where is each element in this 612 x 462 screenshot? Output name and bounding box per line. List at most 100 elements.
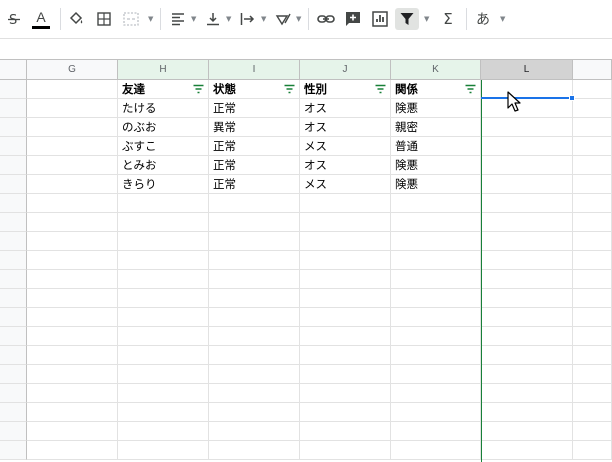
empty-cell[interactable] — [481, 251, 573, 270]
empty-cell[interactable] — [391, 308, 481, 327]
empty-cell[interactable] — [118, 289, 209, 308]
empty-cell[interactable] — [573, 346, 612, 365]
empty-cell[interactable] — [391, 232, 481, 251]
empty-cell[interactable] — [391, 327, 481, 346]
empty-cell[interactable] — [27, 289, 118, 308]
empty-cell[interactable] — [481, 118, 573, 137]
empty-cell[interactable] — [209, 441, 300, 460]
empty-cell[interactable] — [573, 213, 612, 232]
table-cell[interactable]: きらり — [118, 175, 209, 194]
empty-cell[interactable] — [481, 137, 573, 156]
table-cell[interactable]: オス — [300, 118, 391, 137]
empty-cell[interactable] — [391, 270, 481, 289]
column-header-h[interactable]: H — [118, 60, 209, 80]
empty-cell[interactable] — [118, 403, 209, 422]
empty-cell[interactable] — [481, 365, 573, 384]
empty-cell[interactable] — [573, 251, 612, 270]
empty-cell[interactable] — [209, 232, 300, 251]
empty-cell[interactable] — [573, 365, 612, 384]
empty-cell[interactable] — [573, 232, 612, 251]
empty-cell[interactable] — [300, 384, 391, 403]
empty-cell[interactable] — [27, 422, 118, 441]
empty-cell[interactable] — [391, 384, 481, 403]
empty-cell[interactable] — [209, 403, 300, 422]
table-header-cell[interactable]: 関係 — [391, 80, 481, 99]
empty-cell[interactable] — [481, 156, 573, 175]
empty-cell[interactable] — [300, 289, 391, 308]
empty-cell[interactable] — [391, 251, 481, 270]
empty-cell[interactable] — [209, 270, 300, 289]
empty-cell[interactable] — [391, 441, 481, 460]
empty-cell[interactable] — [391, 289, 481, 308]
empty-cell[interactable] — [209, 213, 300, 232]
empty-cell[interactable] — [573, 99, 612, 118]
table-cell[interactable]: のぶお — [118, 118, 209, 137]
empty-cell[interactable] — [209, 384, 300, 403]
table-cell[interactable]: たける — [118, 99, 209, 118]
empty-cell[interactable] — [573, 384, 612, 403]
empty-cell[interactable] — [481, 327, 573, 346]
empty-cell[interactable] — [300, 403, 391, 422]
empty-cell[interactable] — [300, 422, 391, 441]
empty-cell[interactable] — [481, 175, 573, 194]
empty-cell[interactable] — [209, 422, 300, 441]
empty-cell[interactable] — [391, 365, 481, 384]
empty-cell[interactable] — [27, 99, 118, 118]
selected-cell[interactable] — [481, 80, 573, 99]
table-cell[interactable]: オス — [300, 99, 391, 118]
empty-cell[interactable] — [391, 403, 481, 422]
empty-cell[interactable] — [391, 346, 481, 365]
column-header-partial[interactable] — [573, 60, 612, 80]
table-header-cell[interactable]: 性別 — [300, 80, 391, 99]
empty-cell[interactable] — [27, 156, 118, 175]
column-header-g[interactable]: G — [27, 60, 118, 80]
empty-cell[interactable] — [481, 346, 573, 365]
empty-cell[interactable] — [27, 213, 118, 232]
empty-cell[interactable] — [27, 403, 118, 422]
table-cell[interactable]: 険悪 — [391, 175, 481, 194]
empty-cell[interactable] — [27, 232, 118, 251]
empty-cell[interactable] — [209, 194, 300, 213]
empty-cell[interactable] — [573, 137, 612, 156]
empty-cell[interactable] — [573, 270, 612, 289]
column-header-l[interactable]: L — [481, 60, 573, 80]
table-cell[interactable]: メス — [300, 175, 391, 194]
table-cell[interactable]: 正常 — [209, 137, 300, 156]
column-header-k[interactable]: K — [391, 60, 481, 80]
column-filter-icon[interactable] — [284, 84, 295, 94]
empty-cell[interactable] — [27, 308, 118, 327]
empty-cell[interactable] — [27, 327, 118, 346]
empty-cell[interactable] — [300, 327, 391, 346]
table-cell[interactable]: 異常 — [209, 118, 300, 137]
table-header-cell[interactable]: 状態 — [209, 80, 300, 99]
empty-cell[interactable] — [481, 232, 573, 251]
empty-cell[interactable] — [300, 441, 391, 460]
column-header-i[interactable]: I — [209, 60, 300, 80]
empty-cell[interactable] — [209, 251, 300, 270]
table-cell[interactable]: とみお — [118, 156, 209, 175]
empty-cell[interactable] — [573, 80, 612, 99]
empty-cell[interactable] — [118, 308, 209, 327]
empty-cell[interactable] — [481, 403, 573, 422]
empty-cell[interactable] — [300, 232, 391, 251]
empty-cell[interactable] — [27, 194, 118, 213]
empty-cell[interactable] — [481, 213, 573, 232]
empty-cell[interactable] — [300, 194, 391, 213]
empty-cell[interactable] — [573, 118, 612, 137]
empty-cell[interactable] — [573, 308, 612, 327]
empty-cell[interactable] — [118, 346, 209, 365]
empty-cell[interactable] — [209, 346, 300, 365]
empty-cell[interactable] — [118, 232, 209, 251]
empty-cell[interactable] — [481, 308, 573, 327]
empty-cell[interactable] — [573, 441, 612, 460]
empty-cell[interactable] — [573, 403, 612, 422]
empty-cell[interactable] — [481, 289, 573, 308]
table-cell[interactable]: メス — [300, 137, 391, 156]
empty-cell[interactable] — [118, 194, 209, 213]
empty-cell[interactable] — [27, 251, 118, 270]
empty-cell[interactable] — [118, 365, 209, 384]
empty-cell[interactable] — [27, 270, 118, 289]
empty-cell[interactable] — [300, 346, 391, 365]
empty-cell[interactable] — [573, 175, 612, 194]
table-cell[interactable]: 正常 — [209, 156, 300, 175]
